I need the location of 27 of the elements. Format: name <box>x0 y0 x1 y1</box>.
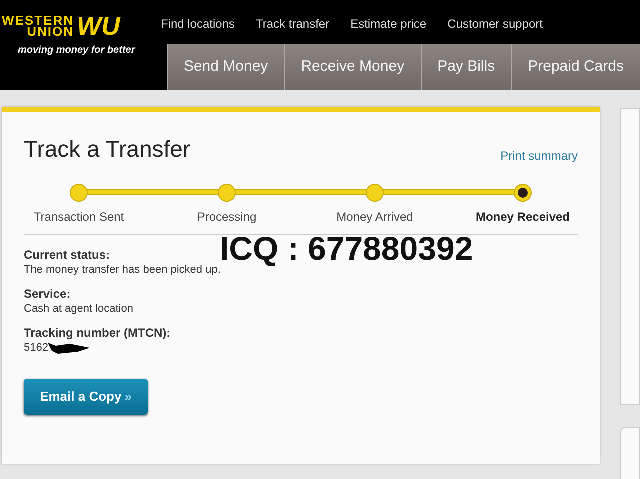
nav-tab[interactable]: Receive Money <box>284 44 421 90</box>
step-label: Processing <box>197 208 257 226</box>
nav-tab[interactable]: Send Money <box>166 44 284 90</box>
logo-monogram: WU <box>77 14 120 38</box>
detail-label: Service: <box>24 286 71 302</box>
detail-value: Cash at agent location <box>24 302 134 316</box>
detail-value: The money transfer has been picked up. <box>24 262 221 276</box>
logo-wordmark: WESTERN <box>2 15 74 26</box>
nav-tab[interactable]: Prepaid Cards <box>511 44 640 90</box>
step-label: Transaction Sent <box>34 208 124 226</box>
nav-tab[interactable]: Pay Bills <box>420 44 512 90</box>
detail-value: 5162 <box>24 340 48 354</box>
step-label: Money Arrived <box>336 208 414 226</box>
detail-label: Tracking number (MTCN): <box>24 326 171 340</box>
nav-link[interactable]: Find locations <box>160 15 235 44</box>
nav-link[interactable]: Customer support <box>448 15 543 44</box>
step-label: Money Received <box>476 208 570 226</box>
logo-tagline: moving money for better <box>18 44 137 58</box>
print-summary-link[interactable]: Print summary <box>500 147 578 165</box>
nav-link[interactable]: Track transfer <box>256 15 330 44</box>
side-panel <box>620 427 640 479</box>
logo-wordmark: UNION <box>27 26 74 37</box>
nav-link[interactable]: Estimate price <box>350 15 427 44</box>
detail-label: Current status: <box>24 248 110 262</box>
email-copy-button[interactable]: Email a Copy » <box>24 378 148 414</box>
overlay-text: ICQ : 677880392 <box>220 229 474 269</box>
page-title: Track a Transfer <box>24 135 191 164</box>
